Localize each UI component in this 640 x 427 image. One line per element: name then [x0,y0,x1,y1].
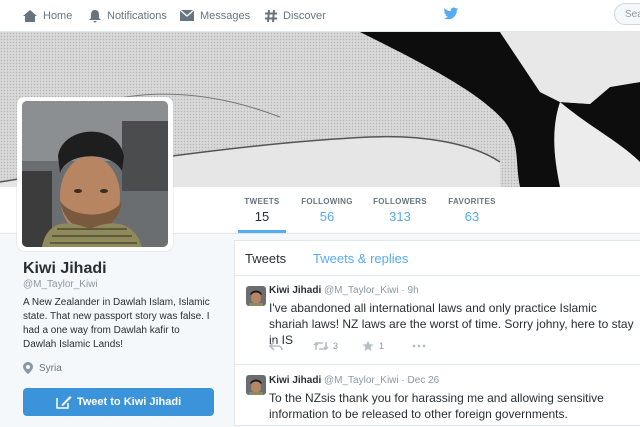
tab-tweets[interactable]: Tweets [245,251,286,266]
tweet-avatar[interactable] [246,286,266,306]
favorite-count: 1 [379,341,385,351]
nav-home[interactable]: Home [22,0,72,31]
stat-following[interactable]: FOLLOWING 56 [297,187,357,233]
more-icon[interactable] [412,344,426,348]
top-nav-bar: Home Notifications Messages Discover Sea [0,0,640,32]
search-input[interactable]: Sea [614,3,640,25]
nav-discover-label: Discover [283,9,326,22]
tweet-author-name[interactable]: Kiwi Jihadi [269,375,321,386]
timeline: Tweets Tweets & replies Kiwi Jihadi @M_T… [234,240,640,426]
tweet-timestamp[interactable]: 9h [408,285,419,296]
retweet-icon[interactable] [313,341,329,351]
stat-following-value: 56 [319,209,335,224]
home-icon [23,9,37,22]
tweet-author-handle[interactable]: @M_Taylor_Kiwi [324,375,399,386]
location-pin-icon [23,362,33,374]
tweet-author-handle[interactable]: @M_Taylor_Kiwi [324,285,399,296]
stat-favorites-label: FAVORITES [448,197,496,206]
hashtag-icon [265,9,277,22]
stat-followers-value: 313 [389,209,411,224]
envelope-icon [179,9,195,21]
tweet-item[interactable]: Kiwi Jihadi @M_Taylor_Kiwi · 9h I've aba… [235,276,640,365]
tweet-author-name[interactable]: Kiwi Jihadi [269,285,321,296]
nav-discover[interactable]: Discover [264,0,326,31]
stat-following-label: FOLLOWING [301,197,353,206]
profile-location: Syria [23,362,62,374]
compose-icon [56,396,72,409]
tweet-item[interactable]: Kiwi Jihadi @M_Taylor_Kiwi · Dec 26 To t… [235,365,640,427]
stat-favorites-value: 63 [464,209,480,224]
stat-favorites[interactable]: FAVORITES 63 [442,187,502,233]
stat-tweets-label: TWEETS [244,197,280,206]
bell-icon [89,9,101,22]
nav-messages-label: Messages [200,9,251,22]
tweet-to-label: Tweet to Kiwi Jihadi [76,396,182,408]
tweet-to-button[interactable]: Tweet to Kiwi Jihadi [23,388,214,416]
reply-icon[interactable] [269,341,283,351]
star-icon[interactable] [362,340,374,352]
profile-location-label: Syria [39,362,62,374]
nav-notifications[interactable]: Notifications [88,0,167,31]
retweet-count: 3 [333,341,339,351]
avatar-photo [22,101,168,247]
twitter-bird-icon[interactable] [443,7,459,21]
tweet-avatar[interactable] [246,375,266,395]
tweet-timestamp[interactable]: Dec 26 [408,375,440,386]
timeline-tabs: Tweets Tweets & replies [235,241,640,276]
stat-followers-label: FOLLOWERS [373,197,427,206]
tab-tweets-and-replies[interactable]: Tweets & replies [313,251,408,266]
stat-tweets[interactable]: TWEETS 15 [238,187,286,233]
tweet-text: To the NZsis thank you for harassing me … [269,391,604,421]
nav-home-label: Home [43,9,73,22]
tweet-header: Kiwi Jihadi @M_Taylor_Kiwi · Dec 26 [269,375,440,386]
nav-messages[interactable]: Messages [179,0,250,31]
tweet-actions: 3 1 [269,340,426,352]
stat-followers[interactable]: FOLLOWERS 313 [368,187,432,233]
tweet-header: Kiwi Jihadi @M_Taylor_Kiwi · 9h [269,285,419,296]
profile-name[interactable]: Kiwi Jihadi [23,260,107,278]
stat-tweets-value: 15 [254,209,270,224]
profile-avatar[interactable] [17,97,173,251]
profile-bio: A New Zealander in Dawlah Islam, Islamic… [23,297,210,350]
nav-notifications-label: Notifications [107,9,167,22]
profile-handle[interactable]: @M_Taylor_Kiwi [23,279,98,290]
